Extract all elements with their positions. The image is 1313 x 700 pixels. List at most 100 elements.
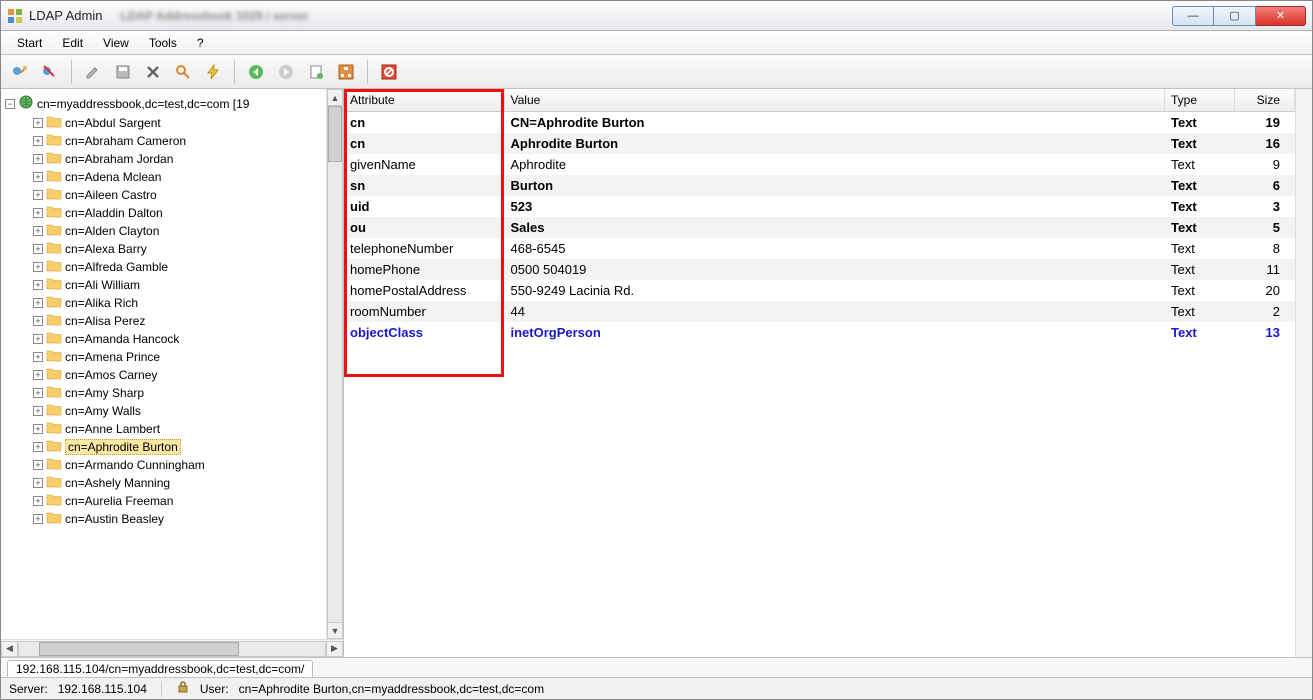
tree-item[interactable]: +cn=Ashely Manning	[5, 474, 343, 492]
expand-icon[interactable]: +	[33, 208, 43, 218]
tree-item[interactable]: +cn=Aphrodite Burton	[5, 438, 343, 456]
maximize-button[interactable]: ▢	[1214, 6, 1256, 26]
tree-item[interactable]: + cn=Alfreda Gamble	[5, 258, 343, 276]
expand-icon[interactable]: +	[33, 226, 43, 236]
attribute-row[interactable]: cnAphrodite BurtonText16	[344, 133, 1295, 154]
menu-view[interactable]: View	[93, 33, 139, 53]
scroll-track[interactable]	[327, 106, 343, 622]
expand-icon[interactable]: +	[33, 280, 43, 290]
menu-tools[interactable]: Tools	[139, 33, 187, 53]
scroll-thumb[interactable]	[39, 642, 239, 656]
expand-icon[interactable]: +	[33, 190, 43, 200]
tree-item[interactable]: +cn=Amena Prince	[5, 348, 343, 366]
tree-item[interactable]: +cn=Adena Mclean	[5, 168, 343, 186]
attribute-row[interactable]: ouSalesText5	[344, 217, 1295, 238]
main-vertical-scrollbar[interactable]	[1295, 89, 1312, 657]
scroll-right-arrow[interactable]: ▶	[326, 641, 343, 657]
col-header-value[interactable]: Value	[504, 89, 1165, 112]
attribute-row[interactable]: telephoneNumber468-6545Text8	[344, 238, 1295, 259]
tree-horizontal-scrollbar[interactable]: ◀ ▶	[1, 639, 343, 657]
tree-item[interactable]: +cn=Alden Clayton	[5, 222, 343, 240]
stop-icon[interactable]	[376, 59, 402, 85]
minimize-button[interactable]: —	[1172, 6, 1214, 26]
expand-icon[interactable]: +	[33, 388, 43, 398]
tree-item[interactable]: +cn=Abdul Sargent	[5, 114, 343, 132]
attribute-row[interactable]: snBurtonText6	[344, 175, 1295, 196]
forward-icon[interactable]	[273, 59, 299, 85]
expand-icon[interactable]: +	[33, 460, 43, 470]
attribute-row[interactable]: uid523Text3	[344, 196, 1295, 217]
expand-icon[interactable]: +	[33, 370, 43, 380]
scroll-down-arrow[interactable]: ▼	[327, 622, 343, 639]
delete-icon[interactable]	[140, 59, 166, 85]
expand-icon[interactable]: +	[33, 172, 43, 182]
tree-item[interactable]: +cn=Abraham Jordan	[5, 150, 343, 168]
lightning-icon[interactable]	[200, 59, 226, 85]
attr-name: homePostalAddress	[344, 280, 504, 301]
col-header-type[interactable]: Type	[1165, 89, 1235, 112]
connection-path-tab[interactable]: 192.168.115.104/cn=myaddressbook,dc=test…	[7, 660, 313, 677]
tree-item[interactable]: +cn=Amy Walls	[5, 402, 343, 420]
document-icon[interactable]	[303, 59, 329, 85]
hierarchy-icon[interactable]	[333, 59, 359, 85]
tree-item[interactable]: +cn=Aladdin Dalton	[5, 204, 343, 222]
attribute-row[interactable]: roomNumber44Text2	[344, 301, 1295, 322]
attribute-row[interactable]: cnCN=Aphrodite BurtonText19	[344, 112, 1295, 134]
attribute-row[interactable]: objectClassinetOrgPersonText13	[344, 322, 1295, 343]
expand-icon[interactable]: +	[33, 352, 43, 362]
expand-icon[interactable]: +	[33, 298, 43, 308]
tree-scroll[interactable]: − cn=myaddressbook,dc=test,dc=com [19 +c…	[1, 89, 343, 639]
tree-item[interactable]: +cn=Armando Cunningham	[5, 456, 343, 474]
scroll-up-arrow[interactable]: ▲	[327, 89, 343, 106]
expand-icon[interactable]: +	[33, 244, 43, 254]
attribute-row[interactable]: givenNameAphroditeText9	[344, 154, 1295, 175]
tree-item[interactable]: +cn=Alexa Barry	[5, 240, 343, 258]
search-icon[interactable]	[170, 59, 196, 85]
tree-item[interactable]: +cn=Amy Sharp	[5, 384, 343, 402]
menu-edit[interactable]: Edit	[52, 33, 93, 53]
menu-start[interactable]: Start	[7, 33, 52, 53]
expand-icon[interactable]: +	[33, 316, 43, 326]
scroll-track[interactable]	[18, 641, 326, 657]
expand-icon[interactable]: +	[33, 406, 43, 416]
expand-icon[interactable]: +	[33, 496, 43, 506]
expand-icon[interactable]: +	[33, 424, 43, 434]
tree-vertical-scrollbar[interactable]: ▲ ▼	[326, 89, 343, 639]
tree-item[interactable]: +cn=Amos Carney	[5, 366, 343, 384]
expand-icon[interactable]: +	[33, 514, 43, 524]
expand-icon[interactable]: +	[33, 334, 43, 344]
expand-icon[interactable]: +	[33, 118, 43, 128]
col-header-size[interactable]: Size	[1235, 89, 1295, 112]
tree-item[interactable]: +cn=Austin Beasley	[5, 510, 343, 528]
close-button[interactable]: ✕	[1256, 6, 1306, 26]
tree-root-node[interactable]: − cn=myaddressbook,dc=test,dc=com [19	[5, 93, 343, 114]
tree-item[interactable]: +cn=Abraham Cameron	[5, 132, 343, 150]
expand-icon[interactable]: +	[33, 442, 43, 452]
collapse-icon[interactable]: −	[5, 99, 15, 109]
attr-name: uid	[344, 196, 504, 217]
back-icon[interactable]	[243, 59, 269, 85]
tree-item[interactable]: +cn=Amanda Hancock	[5, 330, 343, 348]
expand-icon[interactable]: +	[33, 136, 43, 146]
tree-item[interactable]: +cn=Alika Rich	[5, 294, 343, 312]
save-icon[interactable]	[110, 59, 136, 85]
menu-help[interactable]: ?	[187, 33, 214, 53]
attribute-row[interactable]: homePhone0500 504019Text11	[344, 259, 1295, 280]
col-header-attribute[interactable]: Attribute	[344, 89, 504, 112]
scroll-thumb[interactable]	[328, 106, 342, 162]
edit-icon[interactable]	[80, 59, 106, 85]
attribute-row[interactable]: homePostalAddress550-9249 Lacinia Rd.Tex…	[344, 280, 1295, 301]
disconnect-icon[interactable]	[37, 59, 63, 85]
connect-icon[interactable]	[7, 59, 33, 85]
tree-item[interactable]: +cn=Ali William	[5, 276, 343, 294]
tree-item[interactable]: +cn=Aurelia Freeman	[5, 492, 343, 510]
tree-item[interactable]: +cn=Alisa Perez	[5, 312, 343, 330]
scroll-left-arrow[interactable]: ◀	[1, 641, 18, 657]
tree-item-label: cn=Alfreda Gamble	[65, 260, 168, 274]
tree-pane: − cn=myaddressbook,dc=test,dc=com [19 +c…	[1, 89, 344, 657]
expand-icon[interactable]: +	[33, 262, 43, 272]
tree-item[interactable]: +cn=Anne Lambert	[5, 420, 343, 438]
tree-item[interactable]: +cn=Aileen Castro	[5, 186, 343, 204]
expand-icon[interactable]: +	[33, 478, 43, 488]
expand-icon[interactable]: +	[33, 154, 43, 164]
